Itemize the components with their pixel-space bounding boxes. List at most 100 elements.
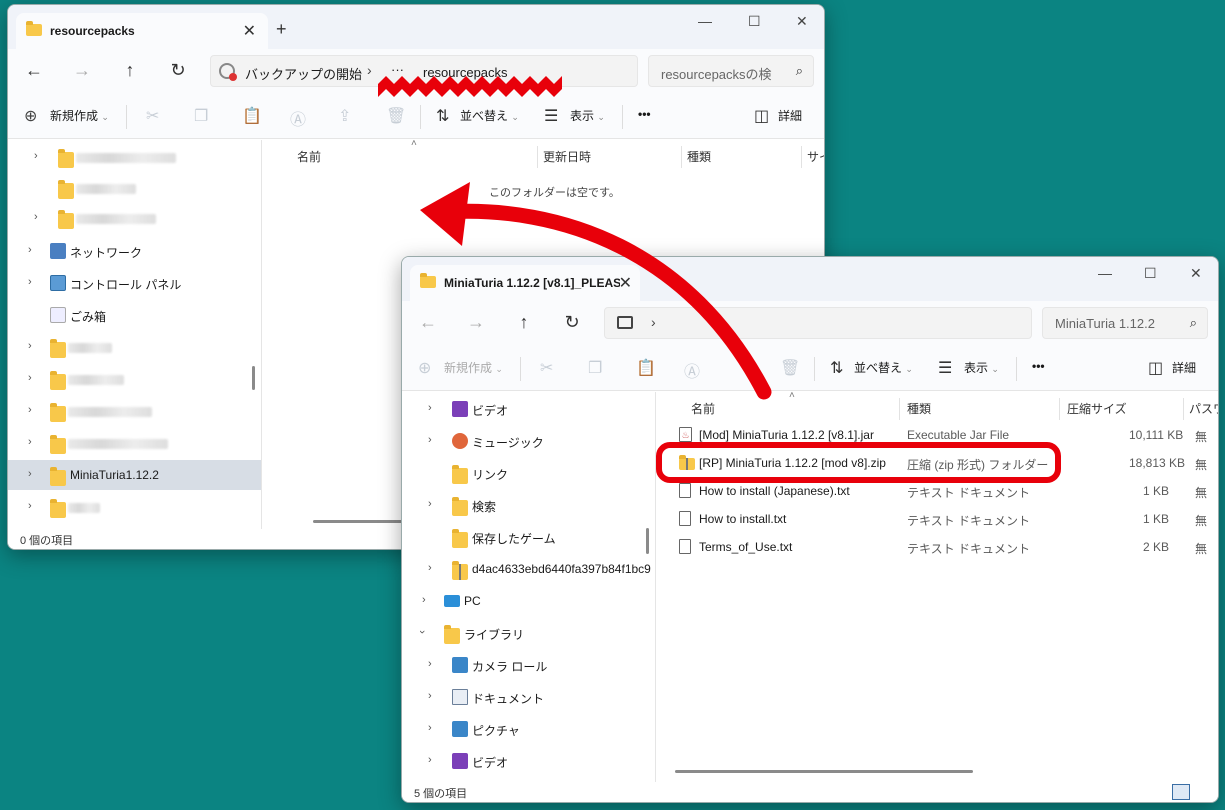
refresh-button[interactable]: ↻ [166, 60, 190, 81]
nav-item-control-panel[interactable]: › コントロール パネル [8, 268, 261, 298]
column-divider[interactable] [537, 146, 538, 168]
details-view-toggle[interactable] [1172, 784, 1190, 800]
nav-item-blurred[interactable]: › [8, 492, 261, 522]
cut-icon[interactable]: ✂ [540, 358, 553, 378]
search-box[interactable]: MiniaTuria 1.12.2 ⌕ [1042, 307, 1208, 339]
minimize-button[interactable]: — [1098, 265, 1112, 281]
chevron-right-icon[interactable]: › [428, 562, 432, 574]
chevron-right-icon[interactable]: › [422, 594, 426, 606]
column-name[interactable]: 名前 [691, 400, 715, 417]
tab-close-button[interactable]: ✕ [619, 273, 632, 293]
chevron-right-icon[interactable]: › [428, 498, 432, 510]
maximize-button[interactable]: ☐ [748, 13, 761, 30]
chevron-down-icon[interactable]: › [416, 630, 428, 634]
more-options-button[interactable]: ••• [638, 107, 651, 121]
tab-miniaturia[interactable]: MiniaTuria 1.12.2 [v8.1]_PLEASE ✕ [410, 265, 640, 301]
up-button[interactable]: ↑ [512, 312, 536, 333]
column-compressed-size[interactable]: 圧縮サイズ [1067, 400, 1127, 417]
tab-close-button[interactable]: ✕ [243, 21, 256, 41]
rename-icon[interactable]: Ⓐ [684, 358, 700, 382]
file-row[interactable]: How to install.txt テキスト ドキュメント 1 KB 無 [673, 506, 1218, 532]
chevron-right-icon[interactable]: › [28, 500, 32, 512]
nav-item-blurred[interactable] [8, 173, 261, 203]
nav-scrollbar[interactable] [646, 528, 649, 554]
paste-icon[interactable]: 📋 [636, 358, 656, 378]
nav-item-video-2[interactable]: › ビデオ [402, 746, 655, 776]
nav-item-blurred[interactable]: › [8, 203, 261, 233]
chevron-right-icon[interactable]: › [28, 340, 32, 352]
chevron-right-icon[interactable]: › [428, 434, 432, 446]
column-divider[interactable] [801, 146, 802, 168]
nav-item-links[interactable]: リンク [402, 458, 655, 488]
details-button[interactable]: 詳細 [1172, 359, 1196, 376]
column-date[interactable]: 更新日時 [543, 148, 591, 165]
back-button[interactable]: ← [22, 60, 46, 81]
delete-icon[interactable]: 🗑 [780, 358, 800, 378]
chevron-right-icon[interactable]: › [428, 402, 432, 414]
sort-button[interactable]: 並べ替え ⌄ [460, 107, 519, 124]
nav-item-blurred[interactable]: › [8, 396, 261, 426]
column-divider[interactable] [899, 398, 900, 420]
chevron-right-icon[interactable]: › [28, 436, 32, 448]
sort-button[interactable]: 並べ替え ⌄ [854, 359, 913, 376]
chevron-right-icon[interactable]: › [34, 150, 38, 162]
chevron-right-icon[interactable]: › [28, 468, 32, 480]
close-window-button[interactable]: ✕ [1190, 265, 1202, 282]
nav-item-blurred[interactable]: › [8, 142, 261, 172]
nav-item-music[interactable]: › ミュージック [402, 426, 655, 456]
nav-item-miniaturia[interactable]: › MiniaTuria1.12.2 [8, 460, 261, 490]
delete-icon[interactable]: 🗑 [386, 106, 406, 126]
forward-button[interactable]: → [464, 312, 488, 333]
copy-icon[interactable]: ❐ [588, 358, 602, 378]
column-type[interactable]: 種類 [907, 400, 931, 417]
address-bar[interactable]: › [604, 307, 1032, 339]
view-button[interactable]: 表示 ⌄ [570, 107, 605, 124]
horizontal-scrollbar[interactable] [675, 770, 973, 773]
nav-item-blurred[interactable]: › [8, 428, 261, 458]
nav-item-network[interactable]: › ネットワーク [8, 236, 261, 266]
chevron-right-icon[interactable]: › [428, 658, 432, 670]
column-divider[interactable] [1183, 398, 1184, 420]
chevron-right-icon[interactable]: › [28, 244, 32, 256]
back-button[interactable]: ← [416, 312, 440, 333]
nav-item-library[interactable]: › ライブラリ [402, 618, 655, 648]
nav-item-pictures[interactable]: › ピクチャ [402, 714, 655, 744]
breadcrumb-overflow[interactable]: ··· [391, 62, 404, 77]
up-button[interactable]: ↑ [118, 60, 142, 81]
copy-icon[interactable]: ❐ [194, 106, 208, 126]
chevron-right-icon[interactable]: › [28, 372, 32, 384]
forward-button[interactable]: → [70, 60, 94, 81]
chevron-right-icon[interactable]: › [428, 690, 432, 702]
new-button[interactable]: 新規作成 ⌄ [444, 359, 503, 376]
nav-item-zip-folder[interactable]: › d4ac4633ebd6440fa397b84f1bc9 [402, 554, 655, 584]
column-size[interactable]: サイ [807, 148, 824, 165]
column-password[interactable]: パスワ [1189, 400, 1218, 417]
nav-item-documents[interactable]: › ドキュメント [402, 682, 655, 712]
column-type[interactable]: 種類 [687, 148, 711, 165]
new-button[interactable]: 新規作成 ⌄ [50, 107, 109, 124]
rename-icon[interactable]: Ⓐ [290, 106, 306, 130]
nav-item-recycle-bin[interactable]: ごみ箱 [8, 300, 261, 330]
nav-item-blurred[interactable]: › [8, 364, 261, 394]
maximize-button[interactable]: ☐ [1144, 265, 1157, 282]
nav-item-saved-games[interactable]: 保存したゲーム [402, 522, 655, 552]
nav-item-camera-roll[interactable]: › カメラ ロール [402, 650, 655, 680]
chevron-right-icon[interactable]: › [28, 404, 32, 416]
backup-label[interactable]: バックアップの開始 [245, 64, 362, 83]
column-divider[interactable] [681, 146, 682, 168]
new-tab-button[interactable]: + [664, 271, 675, 292]
share-icon[interactable]: ⇪ [338, 106, 351, 126]
chevron-right-icon[interactable]: › [28, 276, 32, 288]
nav-item-video[interactable]: › ビデオ [402, 394, 655, 424]
chevron-right-icon[interactable]: › [428, 754, 432, 766]
refresh-button[interactable]: ↻ [560, 312, 584, 333]
search-input[interactable]: resourcepacksの検 [661, 64, 781, 83]
file-row[interactable]: Terms_of_Use.txt テキスト ドキュメント 2 KB 無 [673, 534, 1218, 560]
minimize-button[interactable]: — [698, 13, 712, 29]
nav-item-blurred[interactable]: › [8, 332, 261, 362]
tiles-view-toggle[interactable] [1196, 784, 1212, 800]
search-box[interactable]: resourcepacksの検 ⌕ [648, 55, 814, 87]
nav-item-pc[interactable]: › PC [402, 586, 655, 616]
new-tab-button[interactable]: + [276, 19, 287, 40]
paste-icon[interactable]: 📋 [242, 106, 262, 126]
